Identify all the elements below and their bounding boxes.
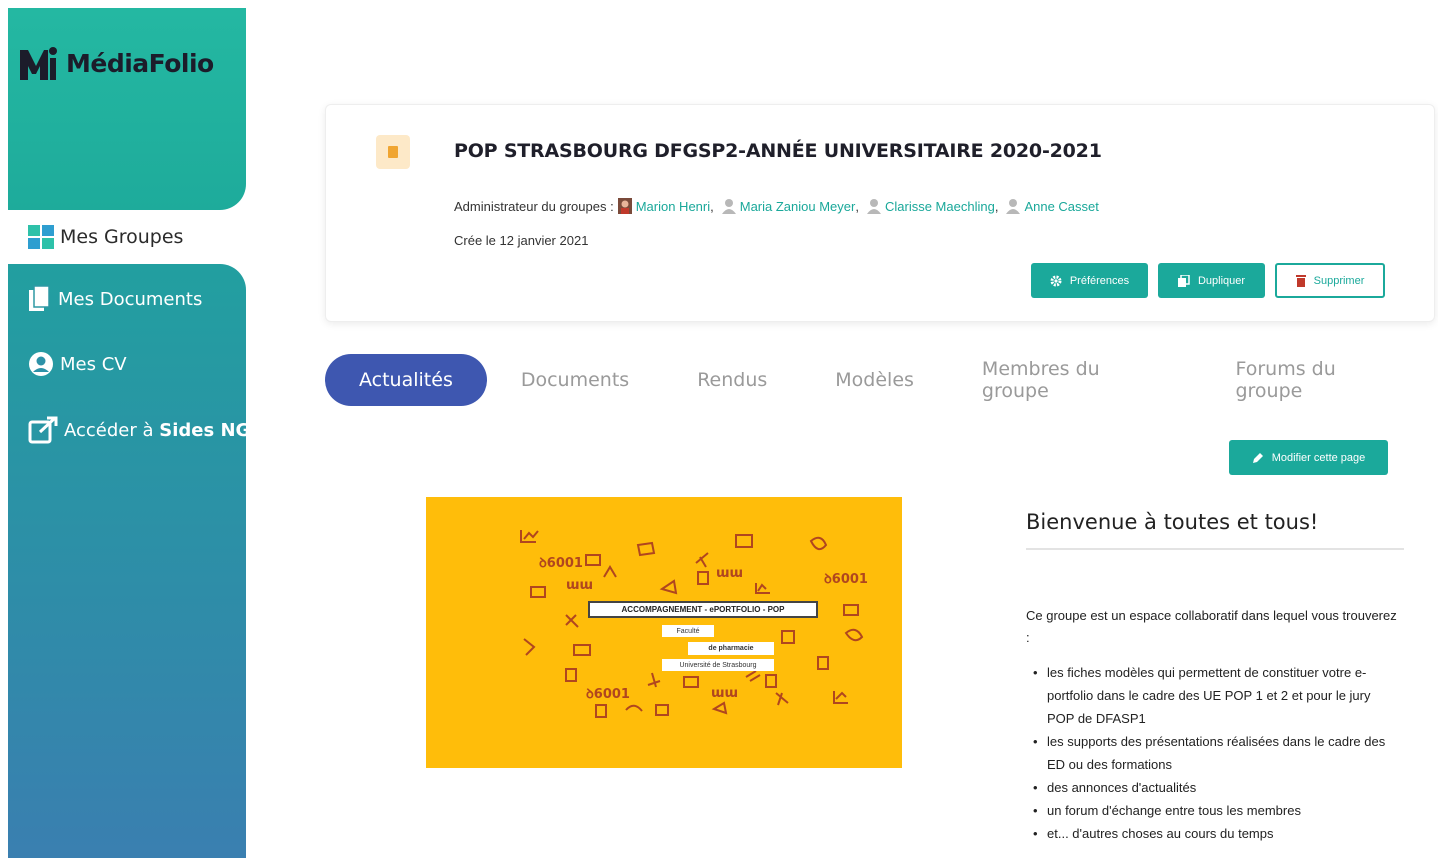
tab-membres[interactable]: Membres du groupe xyxy=(948,354,1202,406)
svg-text:ꝺ6001: ꝺ6001 xyxy=(586,687,630,702)
avatar xyxy=(866,198,881,214)
group-admins: Administrateur du groupes : Marion Henri… xyxy=(454,198,1099,214)
list-item: des annonces d'actualités xyxy=(1030,776,1400,799)
preferences-button[interactable]: Préférences xyxy=(1031,263,1148,298)
intro-text: Ce groupe est un espace collaboratif dan… xyxy=(1026,608,1397,645)
trash-icon xyxy=(1295,274,1306,287)
grid-icon xyxy=(28,225,54,249)
divider xyxy=(1026,548,1404,550)
tab-actualites[interactable]: Actualités xyxy=(325,354,487,406)
feature-list: les fiches modèles qui permettent de con… xyxy=(1030,661,1400,845)
user-circle-icon xyxy=(29,352,53,376)
external-link-icon xyxy=(28,416,58,444)
tab-documents[interactable]: Documents xyxy=(487,354,663,406)
admin-link[interactable]: Anne Casset xyxy=(1024,199,1098,214)
sidebar-header xyxy=(8,8,246,210)
group-tabs: Actualités Documents Rendus Modèles Memb… xyxy=(325,354,1438,406)
duplicate-button[interactable]: Dupliquer xyxy=(1158,263,1265,298)
list-item: les supports des présentations réalisées… xyxy=(1030,730,1400,776)
svg-text:ɯɯ: ɯɯ xyxy=(711,686,738,701)
documents-icon xyxy=(29,285,50,311)
group-actions: Préférences Dupliquer Supprimer xyxy=(1031,263,1385,298)
svg-text:ɯɯ: ɯɯ xyxy=(716,566,743,581)
sidebar-item-sides-ng[interactable]: Accéder à Sides NG xyxy=(28,416,250,444)
copy-icon xyxy=(1177,274,1190,287)
avatar xyxy=(617,198,632,214)
delete-button[interactable]: Supprimer xyxy=(1275,263,1385,298)
banner-line1: Faculté xyxy=(662,625,714,637)
gear-icon xyxy=(1050,275,1062,286)
list-item: les fiches modèles qui permettent de con… xyxy=(1030,661,1400,730)
banner-title: ACCOMPAGNEMENT - ePORTFOLIO - POP xyxy=(588,601,818,618)
group-banner-image: ꝺ6001 ꝺ6001 ꝺ6001 ɯɯ ɯɯ ɯɯ ACCOMPAGNEMEN… xyxy=(426,497,902,768)
list-item: un forum d'échange entre tous les membre… xyxy=(1030,799,1400,822)
avatar xyxy=(721,198,736,214)
sidebar-item-label: Mes CV xyxy=(60,353,127,375)
admin-link[interactable]: Maria Zaniou Meyer xyxy=(740,199,856,214)
mediafolio-logo-icon xyxy=(20,47,57,80)
brand-logo[interactable]: MédiaFolio xyxy=(18,44,214,82)
banner-line3: Université de Strasbourg xyxy=(662,659,774,671)
edit-page-button[interactable]: Modifier cette page xyxy=(1229,440,1388,475)
sidebar-item-mes-documents[interactable]: Mes Documents xyxy=(28,285,202,313)
svg-text:ɯɯ: ɯɯ xyxy=(566,578,593,593)
tab-forums[interactable]: Forums du groupe xyxy=(1201,354,1438,406)
sidebar-item-label: Mes Groupes xyxy=(60,226,184,248)
sidebar-item-label: Accéder à Sides NG xyxy=(64,419,251,441)
group-title: POP STRASBOURG DFGSP2-ANNÉE UNIVERSITAIR… xyxy=(454,140,1102,162)
pencil-icon xyxy=(1252,452,1263,463)
welcome-heading: Bienvenue à toutes et tous! xyxy=(1026,510,1319,534)
tab-rendus[interactable]: Rendus xyxy=(663,354,801,406)
group-icon xyxy=(376,135,410,169)
svg-text:ꝺ6001: ꝺ6001 xyxy=(824,572,868,587)
tab-modeles[interactable]: Modèles xyxy=(801,354,948,406)
admins-label: Administrateur du groupes : xyxy=(454,198,614,214)
sidebar-item-mes-groupes[interactable]: Mes Groupes xyxy=(8,210,246,264)
created-date: Crée le 12 janvier 2021 xyxy=(454,233,589,248)
sidebar-item-mes-cv[interactable]: Mes CV xyxy=(28,351,127,377)
admin-link[interactable]: Marion Henri xyxy=(636,199,710,214)
admin-link[interactable]: Clarisse Maechling xyxy=(885,199,995,214)
banner-line2: de pharmacie xyxy=(688,642,774,655)
sidebar-item-label: Mes Documents xyxy=(58,288,203,310)
group-card: POP STRASBOURG DFGSP2-ANNÉE UNIVERSITAIR… xyxy=(325,104,1435,322)
list-item: et... d'autres choses au cours du temps xyxy=(1030,822,1400,845)
avatar xyxy=(1006,198,1021,214)
brand-name: MédiaFolio xyxy=(66,48,214,78)
svg-text:ꝺ6001: ꝺ6001 xyxy=(539,556,583,571)
